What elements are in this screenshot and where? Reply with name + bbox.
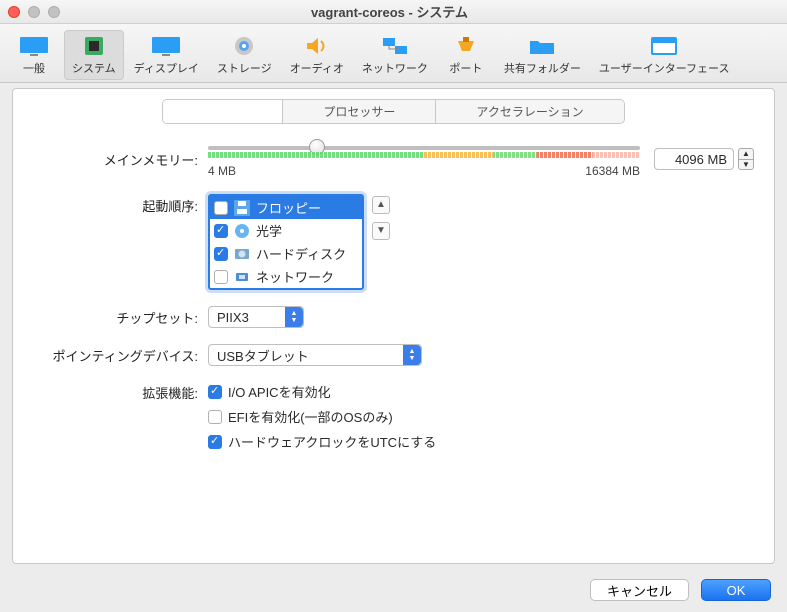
- tab-audio[interactable]: オーディオ: [282, 30, 352, 80]
- cancel-button[interactable]: キャンセル: [590, 579, 689, 601]
- display-icon: [150, 34, 182, 58]
- tab-system[interactable]: システム: [64, 30, 124, 80]
- hdd-icon: [234, 246, 250, 262]
- tab-ports[interactable]: ポート: [438, 30, 494, 80]
- memory-stepper[interactable]: ▲ ▼: [738, 148, 754, 170]
- ok-button[interactable]: OK: [701, 579, 771, 601]
- subtab-acceleration[interactable]: アクセラレーション: [436, 100, 623, 123]
- optical-icon: [234, 223, 250, 239]
- boot-label: ハードディスク: [256, 244, 346, 263]
- chipset-select[interactable]: PIIX3 ▲▼: [208, 306, 304, 328]
- subtab-processor[interactable]: プロセッサー: [283, 100, 436, 123]
- move-down-button[interactable]: ▼: [372, 222, 390, 240]
- boot-check-floppy[interactable]: [214, 201, 228, 215]
- row-chipset: チップセット: PIIX3 ▲▼: [33, 306, 754, 328]
- tab-display[interactable]: ディスプレイ: [126, 30, 207, 80]
- check-efi[interactable]: [208, 410, 222, 424]
- net-icon: [234, 269, 250, 285]
- subtab-motherboard[interactable]: [163, 100, 283, 123]
- folder-icon: [526, 34, 558, 58]
- pointing-select[interactable]: USBタブレット ▲▼: [208, 344, 422, 366]
- floppy-icon: [234, 200, 250, 216]
- row-memory: メインメモリー: 4 MB 16384 MB 4096 MB ▲ ▼: [33, 140, 754, 178]
- tab-network[interactable]: ネットワーク: [354, 30, 436, 80]
- boot-order-list[interactable]: フロッピー 光学 ハードディスク ネットワーク: [208, 194, 364, 290]
- label-efi: EFIを有効化(一部のOSのみ): [228, 407, 393, 426]
- boot-label: ネットワーク: [256, 267, 334, 286]
- chevron-down-icon[interactable]: ▼: [738, 159, 754, 170]
- label-pointing: ポインティングデバイス:: [33, 346, 208, 365]
- disk-icon: [228, 34, 260, 58]
- chip-icon: [78, 34, 110, 58]
- label-boot-order: 起動順序:: [33, 194, 208, 215]
- memory-slider[interactable]: 4 MB 16384 MB: [208, 140, 640, 178]
- ui-icon: [648, 34, 680, 58]
- label-chipset: チップセット:: [33, 308, 208, 327]
- tab-shared-folders[interactable]: 共有フォルダー: [496, 30, 589, 80]
- speaker-icon: [301, 34, 333, 58]
- row-extended: 拡張機能: I/O APICを有効化 EFIを有効化(一部のOSのみ) ハードウ…: [33, 382, 754, 457]
- move-up-button[interactable]: ▲: [372, 196, 390, 214]
- content-panel: プロセッサー アクセラレーション メインメモリー: 4 MB 16384 MB …: [12, 88, 775, 564]
- boot-item-hdd[interactable]: ハードディスク: [210, 242, 362, 265]
- updown-icon: ▲▼: [285, 307, 303, 327]
- boot-item-network[interactable]: ネットワーク: [210, 265, 362, 288]
- monitor-icon: [18, 34, 50, 58]
- memory-min: 4 MB: [208, 164, 236, 178]
- label-memory: メインメモリー:: [33, 150, 208, 169]
- chevron-up-icon[interactable]: ▲: [738, 148, 754, 159]
- titlebar: vagrant-coreos - システム: [0, 0, 787, 24]
- category-toolbar: 一般 システム ディスプレイ ストレージ オーディオ ネットワーク ポート: [0, 24, 787, 83]
- check-ioapic[interactable]: [208, 385, 222, 399]
- boot-check-hdd[interactable]: [214, 247, 228, 261]
- memory-max: 16384 MB: [585, 164, 640, 178]
- boot-label: フロッピー: [256, 198, 321, 217]
- updown-icon: ▲▼: [403, 345, 421, 365]
- tab-storage[interactable]: ストレージ: [209, 30, 280, 80]
- footer: キャンセル OK: [0, 568, 787, 612]
- check-utc[interactable]: [208, 435, 222, 449]
- subtab-bar: プロセッサー アクセラレーション: [13, 99, 774, 124]
- boot-check-optical[interactable]: [214, 224, 228, 238]
- label-ioapic: I/O APICを有効化: [228, 382, 331, 401]
- boot-label: 光学: [256, 221, 282, 240]
- row-pointing: ポインティングデバイス: USBタブレット ▲▼: [33, 344, 754, 366]
- window-title: vagrant-coreos - システム: [0, 2, 779, 21]
- memory-input[interactable]: 4096 MB: [654, 148, 734, 170]
- boot-item-optical[interactable]: 光学: [210, 219, 362, 242]
- label-extended: 拡張機能:: [33, 382, 208, 402]
- tab-user-interface[interactable]: ユーザーインターフェース: [591, 30, 738, 80]
- port-icon: [450, 34, 482, 58]
- boot-item-floppy[interactable]: フロッピー: [210, 196, 362, 219]
- label-utc: ハードウェアクロックをUTCにする: [228, 432, 436, 451]
- row-boot-order: 起動順序: フロッピー 光学 ハードディスク: [33, 194, 754, 290]
- boot-check-network[interactable]: [214, 270, 228, 284]
- tab-general[interactable]: 一般: [6, 30, 62, 80]
- network-icon: [379, 34, 411, 58]
